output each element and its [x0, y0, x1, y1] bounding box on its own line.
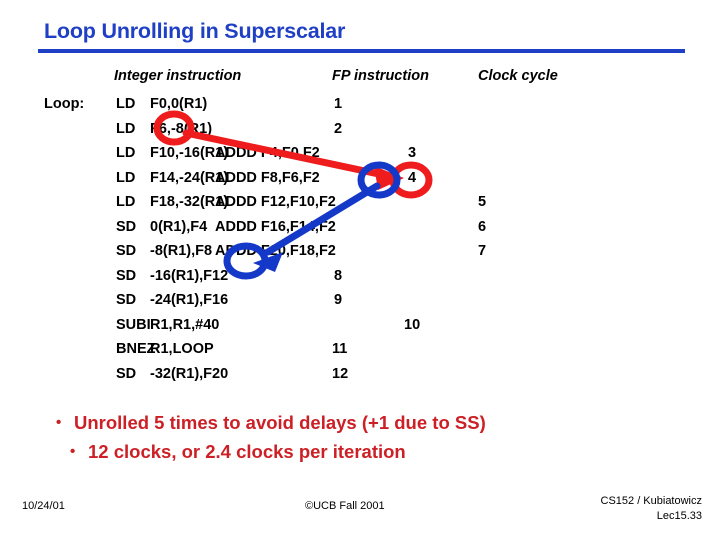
row-operands: -32(R1),F20 [150, 365, 229, 382]
row-clock-cycle: 7 [478, 243, 487, 259]
row-opcode: SD [116, 267, 137, 284]
table-row: BNEZ R1,LOOP 11 [0, 341, 720, 365]
row-opcode: LD [116, 145, 136, 161]
row-clock-cycle: 1 [334, 96, 343, 112]
summary-bullet-list: Unrolled 5 times to avoid delays (+1 due… [44, 408, 684, 466]
instruction-schedule-table: Integer instruction FP instruction Clock… [0, 0, 720, 400]
row-clock-cycle: 6 [478, 218, 487, 235]
row-clock-cycle: 10 [404, 316, 421, 333]
row-operands: R1,LOOP [150, 341, 214, 357]
row-fp-instruction: ADDD F20,F18,F2 [215, 243, 336, 259]
row-fp-instruction: ADDD F4,F0,F2 [215, 145, 320, 161]
bullet-item-clocks: 12 clocks, or 2.4 clocks per iteration [66, 437, 684, 466]
row-opcode: SUBI [116, 316, 151, 333]
row-opcode: LD [116, 120, 136, 137]
row-operands: F0,0(R1) [150, 96, 208, 112]
table-row: SD -16(R1),F12 8 [0, 268, 720, 292]
footer-date: 10/24/01 [22, 500, 65, 512]
row-operands: -24(R1),F16 [150, 292, 229, 308]
table-row: SD -24(R1),F16 9 [0, 292, 720, 316]
slide-canvas: Loop Unrolling in Superscalar Integer in… [0, 0, 720, 540]
column-header-fp-instruction: FP instruction [332, 68, 429, 84]
table-row: SD -32(R1),F20 12 [0, 366, 720, 390]
row-opcode: LD [116, 96, 136, 112]
row-clock-cycle: 2 [334, 120, 343, 137]
footer-course-lecture: CS152 / Kubiatowicz Lec15.33 [600, 495, 703, 522]
table-row: LD F18,-32(R1) ADDD F12,F10,F2 5 [0, 194, 720, 218]
row-clock-cycle: 8 [334, 267, 343, 284]
row-fp-instruction: ADDD F16,F14,F2 [215, 218, 336, 235]
row-fp-instruction: ADDD F8,F6,F2 [215, 169, 320, 186]
row-operands: 0(R1),F4 [150, 218, 208, 235]
row-opcode: SD [116, 365, 137, 382]
column-header-clock-cycle: Clock cycle [478, 68, 558, 84]
row-loop-label: Loop: [44, 96, 85, 112]
row-fp-instruction: ADDD F12,F10,F2 [215, 194, 336, 210]
row-clock-cycle: 3 [408, 145, 417, 161]
row-operands: F6,-8(R1) [150, 120, 213, 137]
table-row: LD F6,-8(R1) 2 [0, 121, 720, 145]
footer-copyright: ©UCB Fall 2001 [305, 500, 385, 512]
row-clock-cycle: 5 [478, 194, 487, 210]
row-opcode: SD [116, 292, 137, 308]
row-operands: -8(R1),F8 [150, 243, 213, 259]
row-clock-cycle: 9 [334, 292, 343, 308]
row-clock-cycle: 4 [408, 169, 417, 186]
row-operands: R1,R1,#40 [150, 316, 220, 333]
row-clock-cycle: 11 [332, 341, 348, 357]
row-opcode: SD [116, 243, 137, 259]
row-clock-cycle: 12 [332, 365, 349, 382]
table-row: Loop: LD F0,0(R1) 1 [0, 96, 720, 120]
row-operands: -16(R1),F12 [150, 267, 229, 284]
row-opcode: SD [116, 218, 137, 235]
table-row: SD -8(R1),F8 ADDD F20,F18,F2 7 [0, 243, 720, 267]
table-row: SUBI R1,R1,#40 10 [0, 317, 720, 341]
table-row: SD 0(R1),F4 ADDD F16,F14,F2 6 [0, 219, 720, 243]
table-row: LD F10,-16(R1) ADDD F4,F0,F2 3 [0, 145, 720, 169]
row-opcode: LD [116, 194, 136, 210]
bullet-item-unroll: Unrolled 5 times to avoid delays (+1 due… [52, 408, 684, 437]
row-opcode: LD [116, 169, 136, 186]
table-row: LD F14,-24(R1) ADDD F8,F6,F2 4 [0, 170, 720, 194]
column-header-integer-instruction: Integer instruction [114, 68, 242, 84]
